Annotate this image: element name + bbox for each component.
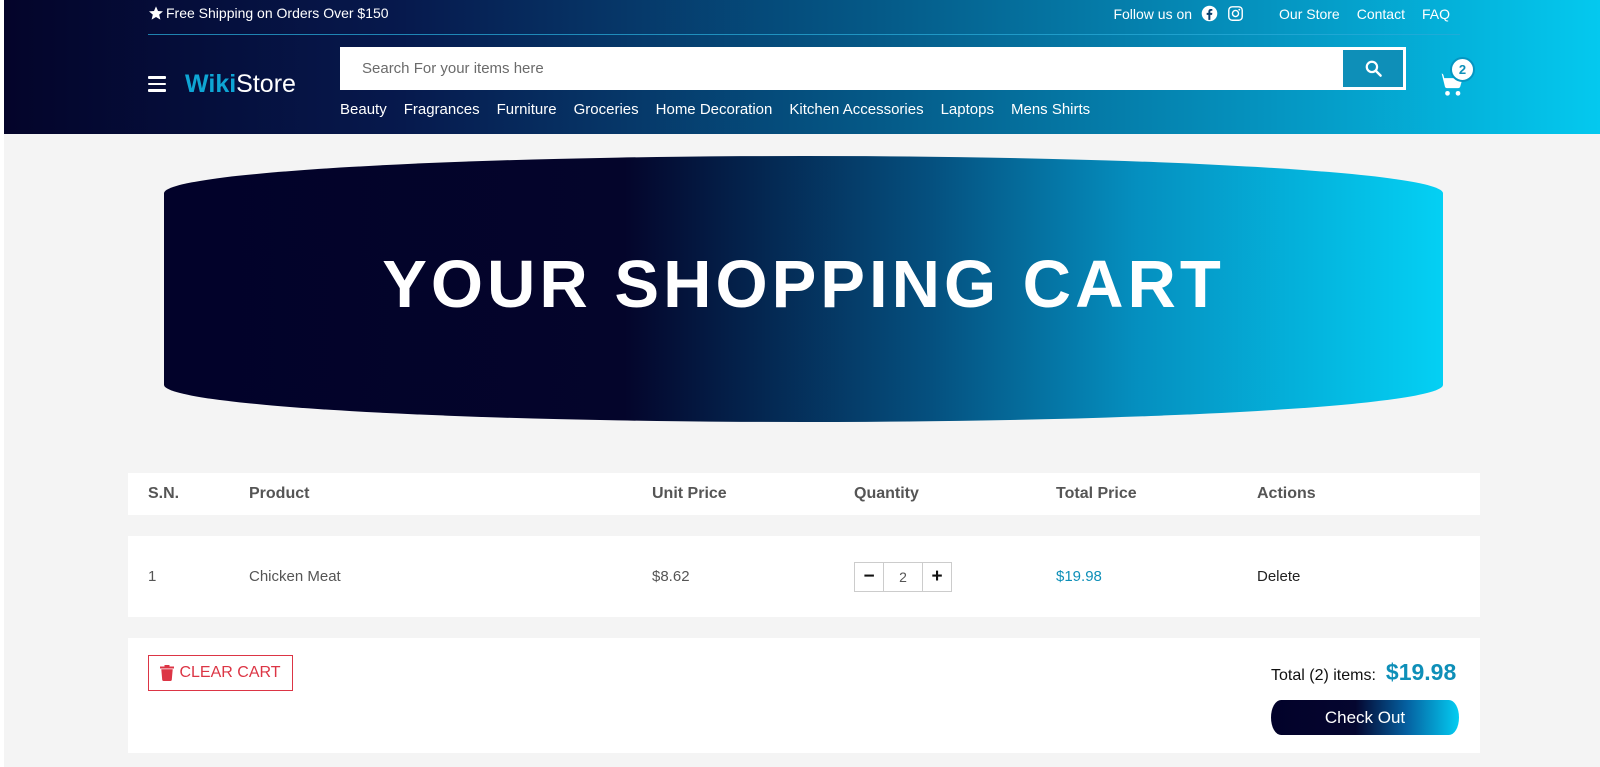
social-links: Follow us on xyxy=(1113,5,1244,22)
row-sn: 1 xyxy=(148,568,157,585)
row-total-price: $19.98 xyxy=(1056,568,1102,585)
facebook-icon[interactable] xyxy=(1201,5,1218,22)
category-home-decoration[interactable]: Home Decoration xyxy=(656,101,773,118)
hero-title: YOUR SHOPPING CART xyxy=(382,246,1225,322)
header-unit-price: Unit Price xyxy=(652,485,727,502)
cart-total: Total (2) items: $19.98 xyxy=(1271,659,1456,686)
search-icon xyxy=(1365,60,1382,77)
category-kitchen-accessories[interactable]: Kitchen Accessories xyxy=(789,101,923,118)
shipping-promo-text: Free Shipping on Orders Over $150 xyxy=(166,5,389,21)
faq-link[interactable]: FAQ xyxy=(1422,6,1450,22)
category-beauty[interactable]: Beauty xyxy=(340,101,387,118)
category-mens-shirts[interactable]: Mens Shirts xyxy=(1011,101,1090,118)
header-actions: Actions xyxy=(1257,485,1316,502)
logo-part-wiki: Wiki xyxy=(185,70,237,98)
contact-link[interactable]: Contact xyxy=(1357,6,1405,22)
header-total-price: Total Price xyxy=(1056,485,1137,502)
header-sn: S.N. xyxy=(148,485,180,502)
search-bar xyxy=(340,47,1406,90)
increase-quantity-button[interactable]: + xyxy=(922,561,952,592)
row-product-name: Chicken Meat xyxy=(249,568,341,585)
category-fragrances[interactable]: Fragrances xyxy=(404,101,480,118)
table-row: 1 Chicken Meat $8.62 − 2 + $19.98 Delete xyxy=(128,536,1480,617)
cart-summary: CLEAR CART Total (2) items: $19.98 Check… xyxy=(128,638,1480,753)
instagram-icon[interactable] xyxy=(1227,5,1244,22)
search-button[interactable] xyxy=(1343,50,1403,87)
hamburger-menu-icon[interactable] xyxy=(148,76,166,92)
total-items-label: Total (2) items: xyxy=(1271,667,1376,684)
delete-item-button[interactable]: Delete xyxy=(1257,536,1300,617)
trash-icon xyxy=(160,665,175,681)
hero-banner: YOUR SHOPPING CART xyxy=(164,156,1443,422)
star-icon xyxy=(149,6,163,20)
logo-part-store: Store xyxy=(236,70,296,98)
clear-cart-button[interactable]: CLEAR CART xyxy=(148,655,293,691)
quantity-stepper: − 2 + xyxy=(854,536,952,617)
row-unit-price: $8.62 xyxy=(652,568,690,585)
our-store-link[interactable]: Our Store xyxy=(1279,6,1340,22)
clear-cart-label: CLEAR CART xyxy=(179,664,281,681)
total-amount: $19.98 xyxy=(1385,659,1457,685)
follow-label: Follow us on xyxy=(1113,5,1193,22)
category-nav: Beauty Fragrances Furniture Groceries Ho… xyxy=(340,101,1090,118)
search-input[interactable] xyxy=(343,50,1343,87)
site-header: Free Shipping on Orders Over $150 Follow… xyxy=(4,0,1600,134)
cart-count-badge: 2 xyxy=(1450,57,1475,82)
top-bar: Free Shipping on Orders Over $150 Follow… xyxy=(148,0,1460,35)
quantity-value[interactable]: 2 xyxy=(884,561,922,592)
shipping-promo: Free Shipping on Orders Over $150 xyxy=(148,5,389,21)
category-furniture[interactable]: Furniture xyxy=(497,101,557,118)
header-product: Product xyxy=(249,485,310,502)
top-nav: Follow us on Our Store Contact FAQ xyxy=(1113,5,1450,22)
category-laptops[interactable]: Laptops xyxy=(941,101,994,118)
cart-table-header: S.N. Product Unit Price Quantity Total P… xyxy=(128,473,1480,515)
category-groceries[interactable]: Groceries xyxy=(574,101,639,118)
decrease-quantity-button[interactable]: − xyxy=(854,561,884,592)
site-logo[interactable]: WikiStore xyxy=(185,70,296,99)
checkout-button[interactable]: Check Out xyxy=(1271,700,1459,735)
header-quantity: Quantity xyxy=(854,485,919,502)
